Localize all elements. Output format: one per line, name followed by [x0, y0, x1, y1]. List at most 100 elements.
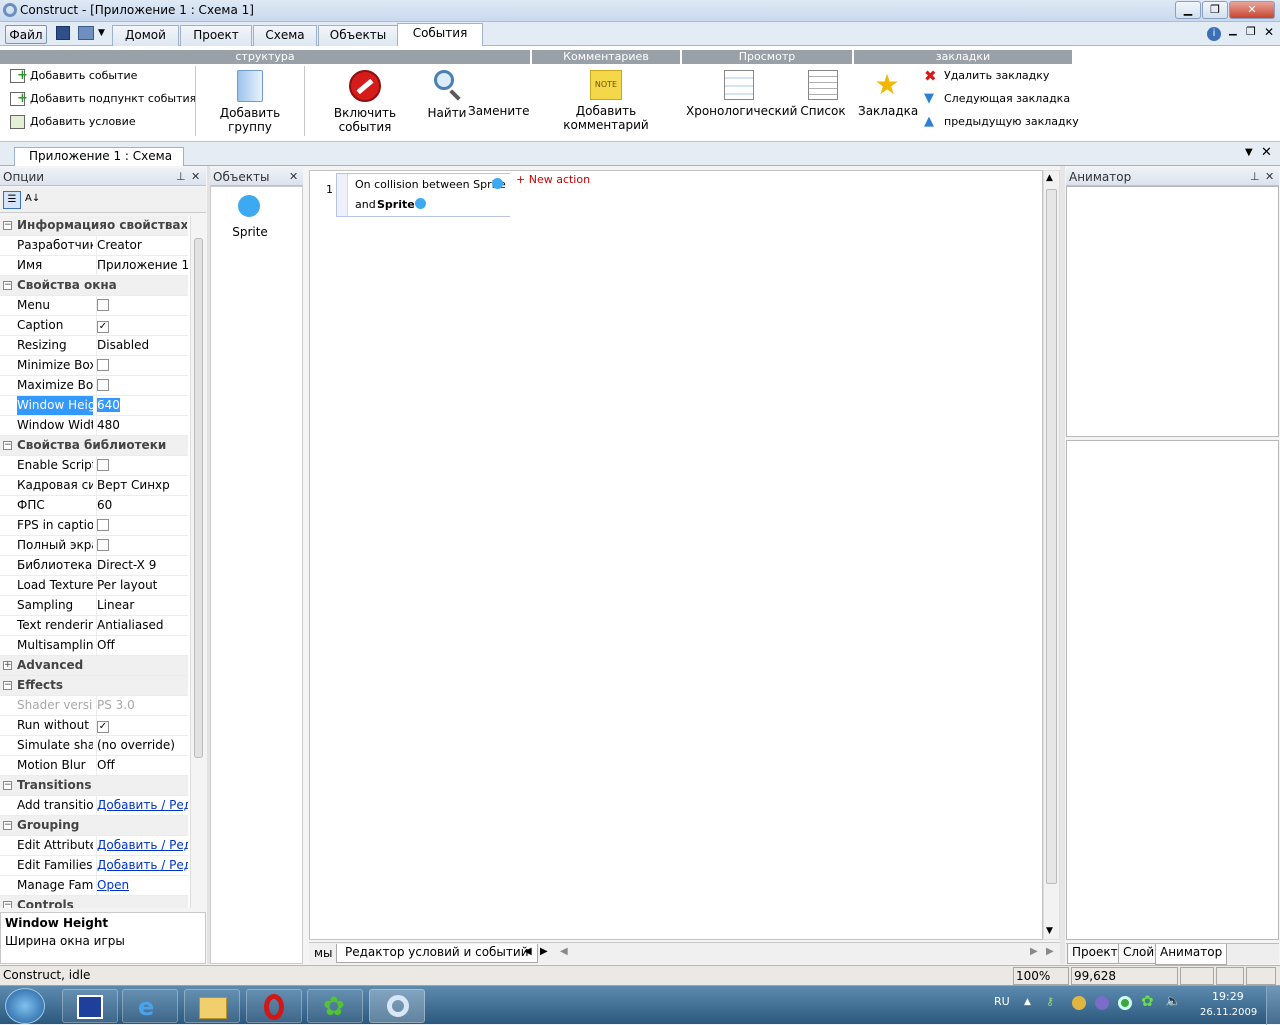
- animator-close-icon[interactable]: ✕: [1265, 168, 1274, 186]
- tab-layout[interactable]: Схема: [253, 25, 317, 46]
- delete-bookmark-button[interactable]: ✖ Удалить закладку: [922, 67, 1049, 85]
- add-condition-button[interactable]: Добавить условие: [8, 113, 136, 131]
- property-row[interactable]: Enable Scripti: [0, 456, 188, 477]
- property-category[interactable]: − Grouping: [0, 816, 188, 836]
- show-desktop-button[interactable]: [1266, 986, 1280, 1025]
- property-row[interactable]: Simulate shad (no override): [0, 736, 188, 756]
- sprite-object-icon[interactable]: [238, 195, 260, 217]
- close-document-icon[interactable]: ✕: [1261, 145, 1272, 160]
- add-event-button[interactable]: + Добавить событие: [8, 67, 137, 85]
- property-row[interactable]: FPS in captior: [0, 516, 188, 537]
- pin-icon[interactable]: ⊥: [176, 168, 186, 186]
- property-value[interactable]: [96, 456, 188, 477]
- property-row[interactable]: Motion Blur Off: [0, 756, 188, 776]
- tray-icq-icon[interactable]: ✿: [1141, 992, 1154, 1010]
- property-row[interactable]: Menu: [0, 296, 188, 317]
- file-menu-button[interactable]: Файл: [5, 25, 47, 44]
- collapse-icon[interactable]: −: [3, 781, 12, 790]
- start-button[interactable]: [5, 988, 45, 1024]
- property-value[interactable]: [96, 356, 188, 377]
- sort-az-icon[interactable]: A↓: [25, 191, 43, 209]
- quick-access-dropdown-icon[interactable]: ▼: [98, 28, 105, 38]
- property-row[interactable]: Resizing Disabled: [0, 336, 188, 356]
- property-value[interactable]: Per layout: [96, 576, 188, 595]
- checkbox-unchecked[interactable]: [97, 519, 109, 531]
- mdi-close-icon[interactable]: ✕: [1264, 25, 1274, 39]
- property-value[interactable]: Добавить / Реда: [96, 796, 188, 815]
- property-row[interactable]: Caption ✓: [0, 316, 188, 336]
- property-row[interactable]: ФПС 60: [0, 496, 188, 516]
- property-row[interactable]: Библиотека Direct-X 9: [0, 556, 188, 576]
- minimize-button[interactable]: ▁: [1175, 1, 1201, 19]
- show-hidden-icons-icon[interactable]: ▲: [1024, 997, 1031, 1007]
- property-value[interactable]: Off: [96, 756, 188, 775]
- bookmark-button[interactable]: ★ Закладка: [858, 70, 918, 119]
- tab-scroll-right-icon[interactable]: ▶: [540, 946, 548, 957]
- property-value[interactable]: Creator: [96, 236, 188, 255]
- help-icon[interactable]: i: [1207, 27, 1221, 41]
- checkbox-unchecked[interactable]: [97, 459, 109, 471]
- property-value[interactable]: 480: [96, 416, 188, 435]
- property-value[interactable]: Добавить / Реда: [96, 856, 188, 875]
- tab-layer-panel[interactable]: Слой: [1118, 944, 1160, 964]
- close-window-button[interactable]: ✕: [1229, 1, 1275, 19]
- taskbar-floppy-icon[interactable]: [62, 989, 118, 1023]
- collapse-icon[interactable]: −: [3, 901, 12, 908]
- property-row[interactable]: Manage Famili Open: [0, 876, 188, 896]
- chronological-view-button[interactable]: Хронологический: [686, 70, 797, 118]
- tray-power-icon[interactable]: [1095, 996, 1109, 1010]
- taskbar-icq-icon[interactable]: ✿: [307, 989, 363, 1023]
- property-value[interactable]: Antialiased: [96, 616, 188, 635]
- checkbox-unchecked[interactable]: [97, 379, 109, 391]
- hscroll-right-icon[interactable]: ▶: [1030, 946, 1038, 957]
- property-scroll-thumb[interactable]: [194, 238, 203, 758]
- checkbox-checked[interactable]: ✓: [97, 321, 109, 333]
- checkbox-unchecked[interactable]: [97, 359, 109, 371]
- close-panel-icon[interactable]: ✕: [191, 168, 200, 186]
- property-value[interactable]: 60: [96, 496, 188, 515]
- save-all-icon[interactable]: [78, 26, 94, 40]
- animator-pin-icon[interactable]: ⊥: [1250, 168, 1260, 186]
- clock-date[interactable]: 26.11.2009: [1200, 1007, 1257, 1018]
- property-link[interactable]: Добавить / Реда: [97, 858, 188, 872]
- property-row[interactable]: Разработчик Creator: [0, 236, 188, 256]
- property-category[interactable]: − Свойства библиотеки: [0, 436, 188, 456]
- property-value[interactable]: (no override): [96, 736, 188, 755]
- clock-time[interactable]: 19:29: [1212, 990, 1244, 1003]
- property-row[interactable]: Maximize Box: [0, 376, 188, 397]
- document-tab-layout[interactable]: Приложение 1 : Схема 1: [14, 147, 184, 180]
- hscroll-end-icon[interactable]: ▶: [1046, 946, 1054, 957]
- property-value[interactable]: Верт Синхр: [96, 476, 188, 495]
- property-value[interactable]: 640: [96, 396, 188, 415]
- taskbar-construct-icon[interactable]: [369, 989, 425, 1023]
- scroll-up-icon[interactable]: ▲: [1046, 173, 1053, 183]
- property-category[interactable]: − Transitions: [0, 776, 188, 796]
- tray-key-icon[interactable]: ⚷: [1046, 995, 1054, 1008]
- event-editor-tab[interactable]: Редактор условий и событий: [336, 944, 538, 963]
- property-value[interactable]: Direct-X 9: [96, 556, 188, 575]
- checkbox-unchecked[interactable]: [97, 299, 109, 311]
- property-value[interactable]: Linear: [96, 596, 188, 615]
- property-value[interactable]: PS 3.0: [96, 696, 188, 715]
- property-link[interactable]: Open: [97, 878, 129, 892]
- tab-objects[interactable]: Объекты: [318, 25, 398, 46]
- save-icon[interactable]: [56, 26, 70, 40]
- tray-app-icon[interactable]: [1072, 996, 1086, 1010]
- property-category[interactable]: − Свойства окна: [0, 276, 188, 296]
- event-condition-block[interactable]: On collision between Sprite and Sprite: [336, 173, 510, 217]
- new-action-link[interactable]: + New action: [516, 173, 590, 186]
- list-view-button[interactable]: Список: [797, 70, 849, 118]
- property-value[interactable]: [96, 536, 188, 557]
- left-splitter[interactable]: [207, 166, 210, 964]
- tab-home[interactable]: Домой: [112, 25, 179, 46]
- property-row[interactable]: Add transitior Добавить / Реда: [0, 796, 188, 816]
- property-value[interactable]: [96, 376, 188, 397]
- property-category[interactable]: + Advanced: [0, 656, 188, 676]
- tab-events[interactable]: События: [397, 23, 483, 47]
- event-scroll-thumb[interactable]: [1046, 189, 1057, 884]
- property-row[interactable]: Window Heig 640: [0, 396, 188, 416]
- taskbar-ie-icon[interactable]: e: [122, 989, 178, 1023]
- property-row[interactable]: Load Texture Per layout: [0, 576, 188, 596]
- property-value[interactable]: Open: [96, 876, 188, 895]
- property-value[interactable]: ✓: [96, 316, 188, 335]
